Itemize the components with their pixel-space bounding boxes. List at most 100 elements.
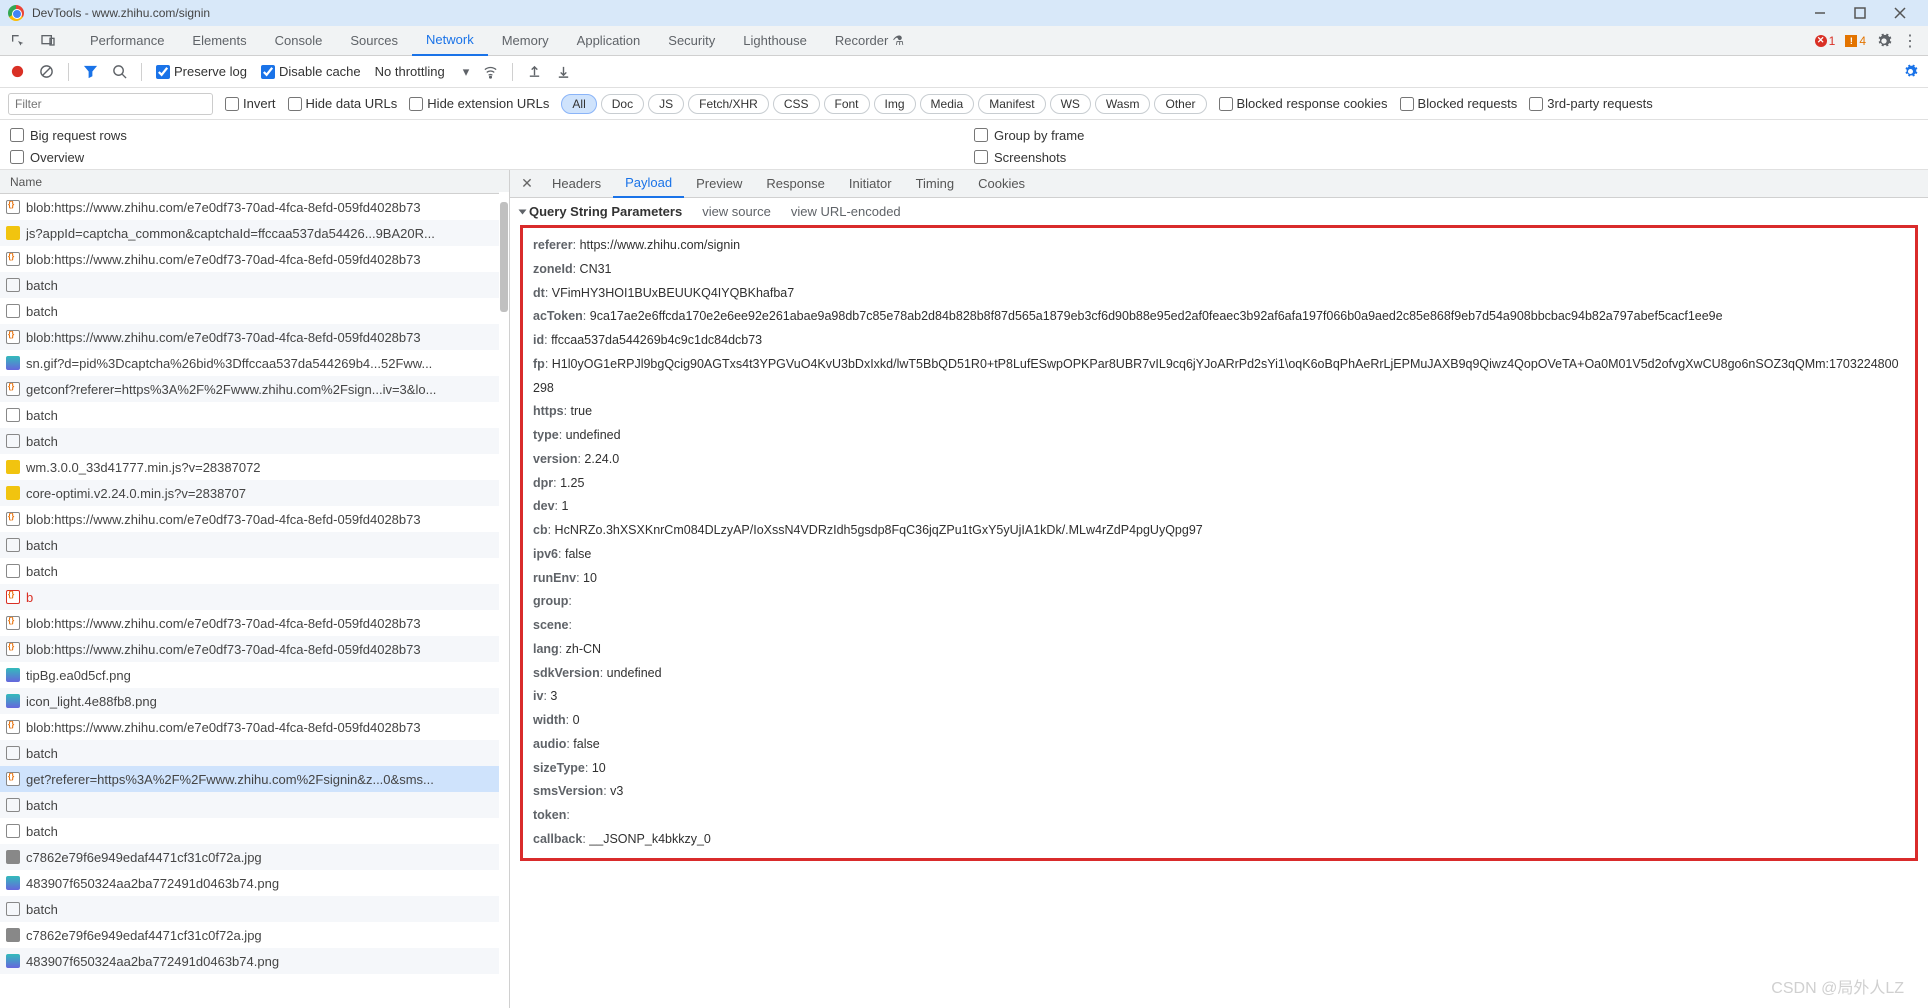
request-row[interactable]: blob:https://www.zhihu.com/e7e0df73-70ad…: [0, 714, 509, 740]
overview-checkbox[interactable]: [10, 150, 24, 164]
filter-input[interactable]: [8, 93, 213, 115]
doc-icon: [6, 746, 20, 760]
main-tabs: PerformanceElementsConsoleSourcesNetwork…: [0, 26, 1928, 56]
record-button[interactable]: [10, 64, 25, 79]
preserve-log-checkbox[interactable]: Preserve log: [156, 64, 247, 79]
type-pill-fetch-xhr[interactable]: Fetch/XHR: [688, 94, 769, 114]
request-row[interactable]: blob:https://www.zhihu.com/e7e0df73-70ad…: [0, 246, 509, 272]
request-row[interactable]: blob:https://www.zhihu.com/e7e0df73-70ad…: [0, 324, 509, 350]
tab-performance[interactable]: Performance: [76, 26, 178, 56]
tab-console[interactable]: Console: [261, 26, 337, 56]
request-row[interactable]: blob:https://www.zhihu.com/e7e0df73-70ad…: [0, 636, 509, 662]
hide-data-urls-checkbox[interactable]: Hide data URLs: [288, 96, 398, 111]
detail-tab-cookies[interactable]: Cookies: [966, 170, 1037, 198]
device-icon[interactable]: [40, 33, 56, 49]
big-rows-checkbox[interactable]: [10, 128, 24, 142]
tab-application[interactable]: Application: [563, 26, 655, 56]
view-url-encoded-link[interactable]: view URL-encoded: [791, 204, 901, 219]
request-row[interactable]: tipBg.ea0d5cf.png: [0, 662, 509, 688]
group-by-frame-checkbox[interactable]: [974, 128, 988, 142]
detail-tab-response[interactable]: Response: [754, 170, 837, 198]
request-row[interactable]: get?referer=https%3A%2F%2Fwww.zhihu.com%…: [0, 766, 509, 792]
request-row[interactable]: blob:https://www.zhihu.com/e7e0df73-70ad…: [0, 506, 509, 532]
upload-icon[interactable]: [527, 64, 542, 79]
blocked-requests-checkbox[interactable]: Blocked requests: [1400, 96, 1518, 111]
request-row[interactable]: c7862e79f6e949edaf4471cf31c0f72a.jpg: [0, 922, 509, 948]
scrollbar[interactable]: [500, 202, 508, 312]
type-pill-media[interactable]: Media: [920, 94, 975, 114]
detail-tab-preview[interactable]: Preview: [684, 170, 754, 198]
window-maximize-button[interactable]: [1840, 0, 1880, 26]
clear-button[interactable]: [39, 64, 54, 79]
request-row[interactable]: getconf?referer=https%3A%2F%2Fwww.zhihu.…: [0, 376, 509, 402]
inspect-icon[interactable]: [10, 33, 26, 49]
request-row[interactable]: batch: [0, 740, 509, 766]
request-row[interactable]: sn.gif?d=pid%3Dcaptcha%26bid%3Dffccaa537…: [0, 350, 509, 376]
tab-recorder[interactable]: Recorder ⚗: [821, 26, 918, 56]
detail-tab-payload[interactable]: Payload: [613, 170, 684, 198]
wifi-icon[interactable]: [483, 64, 498, 79]
invert-checkbox[interactable]: Invert: [225, 96, 276, 111]
request-row[interactable]: batch: [0, 818, 509, 844]
search-icon[interactable]: [112, 64, 127, 79]
blocked-cookies-checkbox[interactable]: Blocked response cookies: [1219, 96, 1388, 111]
hide-extension-urls-checkbox[interactable]: Hide extension URLs: [409, 96, 549, 111]
tab-lighthouse[interactable]: Lighthouse: [729, 26, 821, 56]
close-detail-button[interactable]: ✕: [516, 175, 538, 192]
more-icon[interactable]: ⋮: [1902, 31, 1918, 51]
request-row[interactable]: core-optimi.v2.24.0.min.js?v=2838707: [0, 480, 509, 506]
third-party-checkbox[interactable]: 3rd-party requests: [1529, 96, 1653, 111]
request-row[interactable]: blob:https://www.zhihu.com/e7e0df73-70ad…: [0, 610, 509, 636]
type-pill-css[interactable]: CSS: [773, 94, 820, 114]
request-row[interactable]: batch: [0, 896, 509, 922]
request-row[interactable]: batch: [0, 298, 509, 324]
errors-badge[interactable]: ✕1: [1815, 34, 1836, 48]
request-row[interactable]: batch: [0, 792, 509, 818]
detail-tab-headers[interactable]: Headers: [540, 170, 613, 198]
request-row[interactable]: batch: [0, 402, 509, 428]
request-row[interactable]: b: [0, 584, 509, 610]
type-pill-wasm[interactable]: Wasm: [1095, 94, 1151, 114]
request-row[interactable]: wm.3.0.0_33d41777.min.js?v=28387072: [0, 454, 509, 480]
network-settings-icon[interactable]: [1903, 64, 1918, 79]
tab-network[interactable]: Network: [412, 26, 488, 56]
gear-icon[interactable]: [1876, 33, 1892, 49]
request-row[interactable]: js?appId=captcha_common&captchaId=ffccaa…: [0, 220, 509, 246]
tab-sources[interactable]: Sources: [336, 26, 412, 56]
request-row[interactable]: batch: [0, 532, 509, 558]
view-source-link[interactable]: view source: [702, 204, 771, 219]
doc-icon: [6, 564, 20, 578]
request-row[interactable]: batch: [0, 428, 509, 454]
type-pill-img[interactable]: Img: [874, 94, 916, 114]
request-row[interactable]: 483907f650324aa2ba772491d0463b74.png: [0, 870, 509, 896]
type-pill-other[interactable]: Other: [1154, 94, 1206, 114]
type-pill-ws[interactable]: WS: [1050, 94, 1091, 114]
type-pill-js[interactable]: JS: [648, 94, 684, 114]
detail-tab-timing[interactable]: Timing: [904, 170, 967, 198]
detail-tab-initiator[interactable]: Initiator: [837, 170, 904, 198]
request-row[interactable]: batch: [0, 558, 509, 584]
screenshots-checkbox[interactable]: [974, 150, 988, 164]
window-close-button[interactable]: [1880, 0, 1920, 26]
tab-elements[interactable]: Elements: [178, 26, 260, 56]
type-pill-manifest[interactable]: Manifest: [978, 94, 1045, 114]
request-row[interactable]: batch: [0, 272, 509, 298]
request-row[interactable]: c7862e79f6e949edaf4471cf31c0f72a.jpg: [0, 844, 509, 870]
request-row[interactable]: 483907f650324aa2ba772491d0463b74.png: [0, 948, 509, 974]
request-row[interactable]: icon_light.4e88fb8.png: [0, 688, 509, 714]
type-pill-font[interactable]: Font: [824, 94, 870, 114]
type-pill-all[interactable]: All: [561, 94, 596, 114]
tab-memory[interactable]: Memory: [488, 26, 563, 56]
download-icon[interactable]: [556, 64, 571, 79]
window-minimize-button[interactable]: [1800, 0, 1840, 26]
disable-cache-checkbox[interactable]: Disable cache: [261, 64, 361, 79]
request-list-header[interactable]: Name: [0, 170, 509, 194]
tab-security[interactable]: Security: [654, 26, 729, 56]
request-row[interactable]: blob:https://www.zhihu.com/e7e0df73-70ad…: [0, 194, 509, 220]
collapse-icon[interactable]: [519, 210, 527, 215]
warnings-badge[interactable]: !4: [1845, 34, 1866, 48]
xhr-icon: [6, 772, 20, 786]
type-pill-doc[interactable]: Doc: [601, 94, 644, 114]
filter-icon[interactable]: [83, 64, 98, 79]
throttling-dropdown[interactable]: No throttling▾: [375, 64, 470, 80]
